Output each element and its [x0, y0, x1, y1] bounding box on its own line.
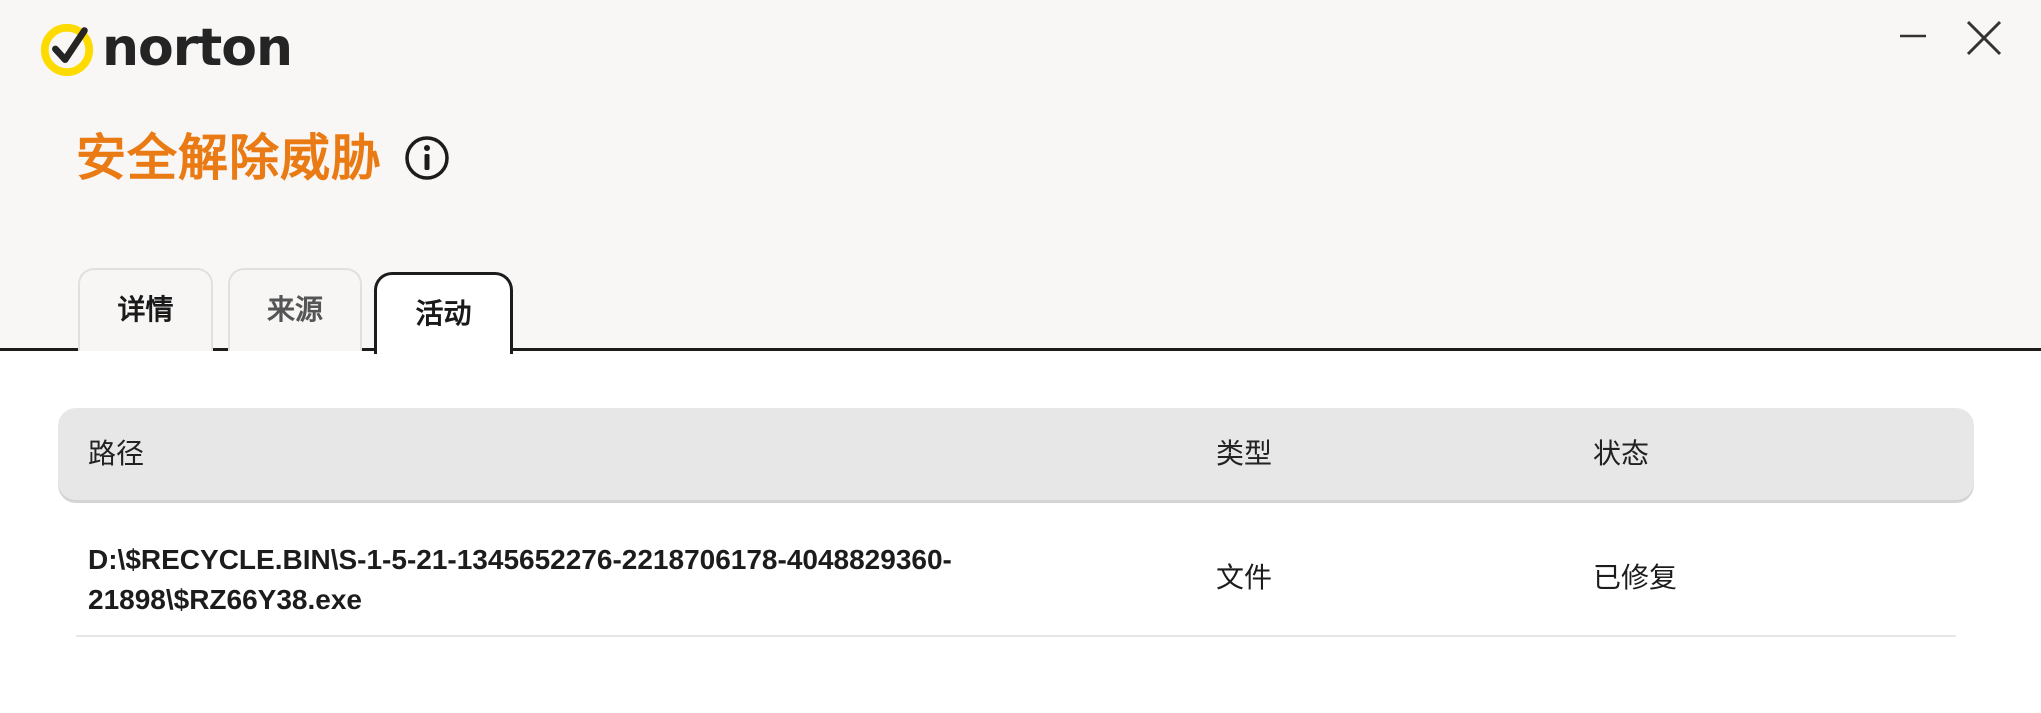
tab-details[interactable]: 详情	[78, 268, 213, 351]
column-header-type: 类型	[1216, 437, 1273, 470]
minimize-button[interactable]	[1892, 16, 1936, 60]
title-row: 安全解除威胁	[76, 126, 450, 190]
norton-window: norton 安全解除威胁 详情 来源 活动 路径 类型 状态 D:\$RECY…	[0, 0, 2041, 713]
tab-source[interactable]: 来源	[228, 268, 362, 351]
column-header-status: 状态	[1593, 437, 1650, 470]
tab-label: 活动	[415, 296, 472, 330]
path-cell: D:\$RECYCLE.BIN\S-1-5-21-1345652276-2218…	[88, 540, 1088, 620]
table-header: 路径 类型 状态	[58, 408, 1974, 500]
close-button[interactable]	[1962, 16, 2006, 60]
info-icon[interactable]	[404, 135, 450, 181]
tab-label: 来源	[266, 292, 323, 326]
path-line-2: 21898\$RZ66Y38.exe	[88, 584, 362, 615]
page-title: 安全解除威胁	[76, 129, 382, 187]
norton-logo: norton	[38, 18, 293, 78]
header: norton 安全解除威胁 详情 来源 活动	[0, 0, 2041, 354]
norton-check-icon	[40, 23, 94, 77]
path-line-1: D:\$RECYCLE.BIN\S-1-5-21-1345652276-2218…	[88, 544, 952, 575]
tab-label: 详情	[117, 292, 174, 326]
logo-text: norton	[102, 18, 293, 78]
close-icon	[1966, 20, 2002, 56]
minimize-icon	[1900, 34, 1926, 38]
type-cell: 文件	[1216, 561, 1273, 594]
status-cell: 已修复	[1593, 561, 1678, 594]
column-header-path: 路径	[88, 437, 145, 470]
tab-activity[interactable]: 活动	[374, 272, 513, 354]
table-row: D:\$RECYCLE.BIN\S-1-5-21-1345652276-2218…	[76, 530, 1956, 637]
